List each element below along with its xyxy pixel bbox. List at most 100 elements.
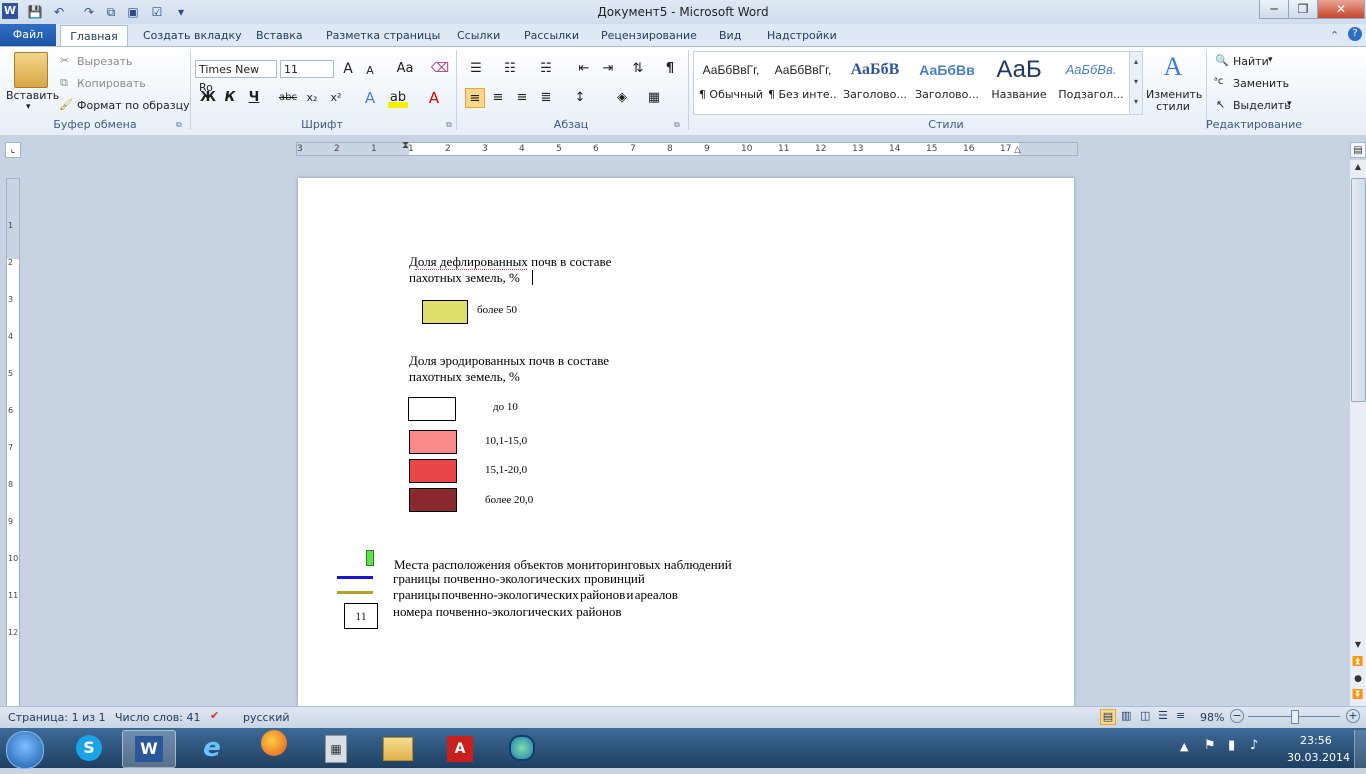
highlight-icon[interactable]: ab <box>388 88 408 108</box>
search-app-icon[interactable] <box>496 730 548 766</box>
network-icon[interactable]: ▮ <box>1228 738 1235 753</box>
justify-icon[interactable]: ≣ <box>536 88 556 108</box>
tab-page-layout[interactable]: Разметка страницы <box>326 29 440 47</box>
borders-icon[interactable]: ▦ <box>644 88 664 108</box>
font-launcher-icon[interactable]: ⧉ <box>446 120 452 130</box>
tab-selector-icon[interactable]: ⌞ <box>5 142 21 158</box>
select-dropdown-icon[interactable]: ▾ <box>1287 99 1292 109</box>
sort-icon[interactable]: ⇅ <box>628 59 648 79</box>
language-status[interactable]: русский <box>243 711 290 724</box>
paste-button[interactable]: Вставить <box>6 89 59 102</box>
zoom-level[interactable]: 98% <box>1200 711 1224 724</box>
find-dropdown-icon[interactable]: ▾ <box>1268 55 1273 65</box>
text-effects-icon[interactable]: A <box>360 88 380 108</box>
scroll-down-icon[interactable]: ▼ <box>1351 640 1365 649</box>
right-indent-marker-icon[interactable]: △ <box>1014 145 1021 155</box>
align-center-icon[interactable]: ≡ <box>488 88 508 108</box>
cut-button[interactable]: Вырезать <box>77 55 132 68</box>
browse-object-icon[interactable]: ● <box>1351 674 1365 684</box>
zoom-slider-thumb[interactable] <box>1291 710 1299 724</box>
show-marks-icon[interactable]: ¶ <box>660 59 680 79</box>
start-button-icon[interactable] <box>6 731 44 769</box>
find-button[interactable]: Найти <box>1233 55 1269 68</box>
font-size-combo[interactable]: 11 <box>280 60 334 78</box>
print-layout-view-icon[interactable]: ▤ <box>1100 709 1116 725</box>
format-painter-button[interactable]: Формат по образцу <box>77 99 190 112</box>
horizontal-ruler[interactable]: 3 2 1 1 2 3 4 5 6 7 8 9 10 11 12 13 14 15 16 17 <box>296 142 1078 156</box>
decrease-indent-icon[interactable]: ⇤ <box>574 59 594 79</box>
proofing-icon[interactable]: ✔ <box>210 709 219 722</box>
vertical-ruler[interactable]: 1 2 3 4 5 6 7 8 9 10 11 12 <box>6 178 20 708</box>
align-right-icon[interactable]: ≡ <box>512 88 532 108</box>
tab-addins[interactable]: Надстройки <box>767 29 837 47</box>
style-title[interactable]: АаБ Название <box>984 52 1054 110</box>
show-desktop-button[interactable] <box>1354 730 1366 768</box>
multilevel-list-icon[interactable]: ☵ <box>536 59 556 79</box>
replace-button[interactable]: Заменить <box>1233 77 1289 90</box>
change-styles-button[interactable]: Изменить стили <box>1146 89 1202 113</box>
tab-mailings[interactable]: Рассылки <box>524 29 579 47</box>
help-icon[interactable]: ? <box>1348 27 1362 41</box>
paste-icon[interactable] <box>14 52 48 88</box>
tab-home[interactable]: Главная <box>60 25 128 47</box>
clock-time[interactable]: 23:56 <box>1300 734 1332 747</box>
action-center-icon[interactable]: ⚑ <box>1204 738 1216 753</box>
subscript-button[interactable]: x₂ <box>302 88 322 108</box>
tab-view[interactable]: Вид <box>719 29 741 47</box>
style-subtitle[interactable]: АаБбВв. Подзагол... <box>1056 52 1126 110</box>
clipboard-launcher-icon[interactable]: ⧉ <box>176 120 182 130</box>
zoom-in-icon[interactable]: + <box>1346 709 1360 723</box>
draft-view-icon[interactable]: ≡ <box>1176 709 1185 722</box>
change-case-icon[interactable]: Aa <box>392 59 418 79</box>
volume-icon[interactable]: ♪ <box>1250 738 1258 753</box>
acrobat-icon[interactable]: A <box>434 730 486 766</box>
superscript-button[interactable]: x² <box>326 88 346 108</box>
styles-scroll[interactable]: ▴ ▾ ▾ <box>1129 51 1143 115</box>
maximize-button[interactable]: ❐ <box>1288 0 1318 19</box>
font-name-combo[interactable]: Times New Ro <box>195 60 277 94</box>
copy-button[interactable]: Копировать <box>77 77 146 90</box>
grow-font-icon[interactable]: A <box>338 59 358 79</box>
clock-date[interactable]: 30.03.2014 <box>1287 751 1350 764</box>
calculator-icon[interactable]: ▦ <box>310 730 362 766</box>
fullscreen-reading-icon[interactable]: ▥ <box>1121 709 1131 722</box>
font-color-icon[interactable]: A <box>424 88 444 108</box>
bullets-icon[interactable]: ☰ <box>466 59 486 79</box>
clear-format-icon[interactable]: ⌫ <box>430 59 450 79</box>
tab-review[interactable]: Рецензирование <box>601 29 697 47</box>
tab-file[interactable]: Файл <box>0 24 56 46</box>
ruler-toggle-icon[interactable]: ▤ <box>1350 142 1366 158</box>
scroll-up-icon[interactable]: ▲ <box>1351 162 1365 176</box>
strikethrough-button[interactable]: abc <box>278 88 298 108</box>
shrink-font-icon[interactable]: A <box>360 61 380 81</box>
line-spacing-icon[interactable]: ↕ <box>570 88 590 108</box>
indent-marker-icon[interactable]: ⧗ <box>402 140 409 151</box>
bold-button[interactable]: Ж <box>198 88 218 108</box>
change-styles-icon[interactable]: A <box>1158 52 1188 82</box>
word-taskbar-icon[interactable]: W <box>122 730 176 768</box>
prev-page-icon[interactable]: ⏫ <box>1351 657 1365 667</box>
style-no-spacing[interactable]: АаБбВвГг, ¶ Без инте... <box>768 52 838 110</box>
increase-indent-icon[interactable]: ⇥ <box>598 59 618 79</box>
next-page-icon[interactable]: ⏬ <box>1351 690 1365 700</box>
paragraph-launcher-icon[interactable]: ⧉ <box>674 120 680 130</box>
minimize-button[interactable]: ─ <box>1259 0 1289 19</box>
close-button[interactable]: ✕ <box>1317 0 1365 19</box>
skype-icon[interactable]: S <box>63 730 115 766</box>
outline-view-icon[interactable]: ☰ <box>1158 709 1168 722</box>
tab-create[interactable]: Создать вкладку <box>143 29 242 47</box>
underline-button[interactable]: Ч <box>244 88 264 108</box>
style-heading1[interactable]: АаБбВ Заголово... <box>840 52 910 110</box>
ie-icon[interactable]: e <box>186 730 238 766</box>
zoom-out-icon[interactable]: − <box>1230 709 1244 723</box>
paste-dropdown-icon[interactable]: ▾ <box>26 102 31 112</box>
style-normal[interactable]: АаБбВвГг, ¶ Обычный <box>696 52 766 110</box>
firefox-icon[interactable] <box>248 730 300 766</box>
style-heading2[interactable]: АаБбВв Заголово... <box>912 52 982 110</box>
web-layout-icon[interactable]: ◫ <box>1140 709 1150 722</box>
tab-references[interactable]: Ссылки <box>457 29 500 47</box>
shading-icon[interactable]: ◈ <box>612 88 632 108</box>
scrollbar-thumb[interactable] <box>1351 178 1366 402</box>
explorer-icon[interactable] <box>372 730 424 766</box>
align-left-icon[interactable]: ≡ <box>465 88 485 108</box>
